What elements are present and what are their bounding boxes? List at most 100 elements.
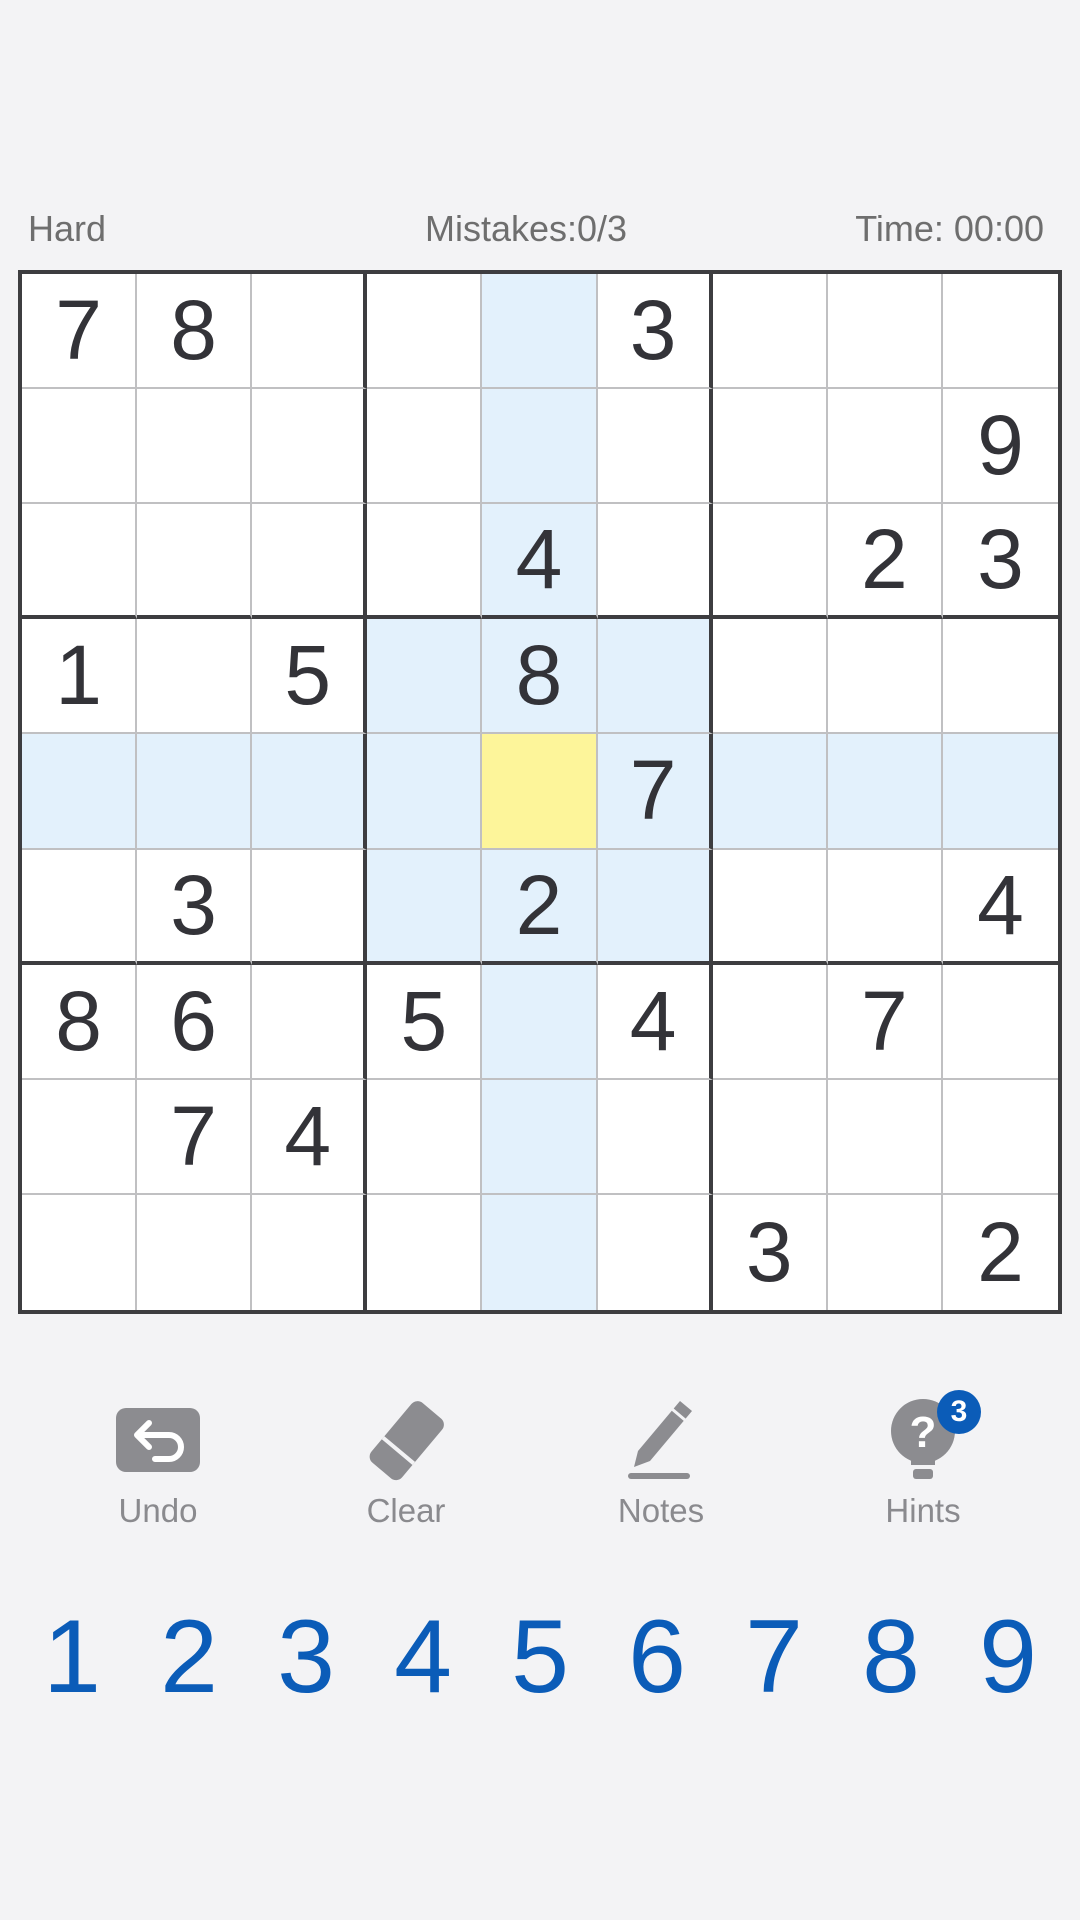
board-cell[interactable]	[22, 1194, 138, 1310]
board-cell[interactable]: 3	[713, 1194, 828, 1310]
numpad-button-6[interactable]: 6	[607, 1598, 707, 1717]
timer: Time: 00:00	[855, 208, 1044, 249]
board-cell[interactable]: 7	[827, 964, 943, 1080]
undo-button[interactable]: Undo	[78, 1390, 238, 1530]
board-cell[interactable]	[137, 619, 253, 735]
board-cell[interactable]	[482, 1194, 598, 1310]
board-cell[interactable]: 8	[482, 619, 598, 735]
board-cell[interactable]: 3	[942, 504, 1058, 620]
board-cell[interactable]	[22, 389, 138, 505]
board-cell[interactable]	[252, 274, 368, 390]
board-cell[interactable]: 1	[22, 619, 138, 735]
board-cell[interactable]	[22, 1079, 138, 1195]
board-cell[interactable]	[367, 734, 483, 850]
hints-button[interactable]: ? 3 Hints	[843, 1390, 1003, 1530]
board-cell[interactable]	[137, 504, 253, 620]
notes-label: Notes	[617, 1492, 705, 1529]
clear-button[interactable]: Clear	[326, 1390, 486, 1530]
board-cell[interactable]	[252, 389, 368, 505]
board-cell[interactable]	[942, 734, 1058, 850]
board-cell[interactable]	[827, 389, 943, 505]
board-cell[interactable]	[712, 389, 828, 505]
board-cell[interactable]	[942, 965, 1058, 1080]
board-cell[interactable]	[482, 734, 598, 850]
board-cell[interactable]	[482, 1079, 598, 1195]
board-cell[interactable]	[712, 274, 828, 390]
board-cell[interactable]: 4	[252, 1079, 368, 1195]
undo-icon	[116, 1408, 200, 1472]
board-cell[interactable]: 2	[943, 1195, 1058, 1310]
board-cell[interactable]	[137, 734, 253, 850]
board-cell[interactable]	[252, 849, 368, 965]
numpad-button-3[interactable]: 3	[256, 1598, 356, 1717]
board-cell[interactable]	[942, 619, 1058, 735]
numpad-button-5[interactable]: 5	[490, 1598, 590, 1717]
board-cell[interactable]: 4	[482, 504, 598, 620]
board-cell[interactable]	[597, 389, 713, 505]
sudoku-board: 78394231587324865477432	[18, 270, 1062, 1314]
board-cell[interactable]: 7	[597, 734, 713, 850]
board-cell[interactable]	[598, 1194, 713, 1310]
eraser-icon	[369, 1401, 444, 1481]
board-cell[interactable]: 2	[827, 504, 943, 620]
board-cell[interactable]: 6	[137, 964, 253, 1080]
numpad-button-4[interactable]: 4	[373, 1598, 473, 1717]
board-cell[interactable]: 4	[597, 964, 713, 1080]
board-cell[interactable]	[597, 1079, 713, 1195]
board-cell[interactable]	[252, 734, 368, 850]
board-cell[interactable]	[942, 1080, 1058, 1195]
board-cell[interactable]	[367, 849, 483, 965]
board-cell[interactable]	[827, 1079, 943, 1195]
board-cell[interactable]	[367, 1194, 483, 1310]
board-cell[interactable]	[367, 619, 483, 735]
board-cell[interactable]	[367, 504, 483, 620]
board-cell[interactable]	[367, 389, 483, 505]
board-cell[interactable]: 5	[252, 619, 368, 735]
board-cell[interactable]	[827, 274, 943, 390]
board-cell[interactable]	[712, 964, 828, 1080]
board-cell[interactable]: 3	[597, 274, 713, 390]
board-cell[interactable]	[367, 274, 483, 390]
board-cell[interactable]	[22, 734, 138, 850]
board-cell[interactable]	[252, 1194, 368, 1310]
board-cell[interactable]	[828, 1194, 943, 1310]
numpad-button-8[interactable]: 8	[841, 1598, 941, 1717]
board-cell[interactable]	[482, 274, 598, 390]
board-cell[interactable]	[597, 619, 713, 735]
board-cell[interactable]: 3	[137, 849, 253, 965]
difficulty-label: Hard	[28, 208, 107, 249]
board-cell[interactable]	[712, 1079, 828, 1195]
board-cell[interactable]	[827, 619, 943, 735]
board-cell[interactable]	[712, 619, 828, 735]
board-cell[interactable]	[137, 389, 253, 505]
board-cell[interactable]	[252, 504, 368, 620]
board-cell[interactable]	[827, 849, 943, 965]
board-cell[interactable]	[597, 849, 713, 965]
board-cell[interactable]	[482, 964, 598, 1080]
board-cell[interactable]	[22, 849, 138, 965]
numpad-button-9[interactable]: 9	[958, 1598, 1058, 1717]
board-cell[interactable]: 9	[942, 389, 1058, 505]
board-cell[interactable]	[597, 504, 713, 620]
board-cell[interactable]: 5	[367, 964, 483, 1080]
board-cell[interactable]	[137, 1194, 253, 1310]
board-cell[interactable]: 2	[482, 849, 598, 965]
board-cell[interactable]: 7	[137, 1079, 253, 1195]
board-cell[interactable]	[827, 734, 943, 850]
numpad-button-7[interactable]: 7	[724, 1598, 824, 1717]
board-cell[interactable]	[712, 734, 828, 850]
board-cell[interactable]: 8	[22, 964, 138, 1080]
numpad-button-1[interactable]: 1	[22, 1598, 122, 1717]
board-cell[interactable]	[252, 964, 368, 1080]
board-cell[interactable]: 8	[137, 274, 253, 390]
board-cell[interactable]: 4	[942, 850, 1058, 965]
notes-button[interactable]: Notes	[581, 1390, 741, 1530]
board-cell[interactable]	[367, 1079, 483, 1195]
board-cell[interactable]: 7	[22, 274, 138, 390]
board-cell[interactable]	[22, 504, 138, 620]
board-cell[interactable]	[482, 389, 598, 505]
board-cell[interactable]	[942, 274, 1058, 390]
numpad-button-2[interactable]: 2	[139, 1598, 239, 1717]
board-cell[interactable]	[712, 849, 828, 965]
board-cell[interactable]	[712, 504, 828, 620]
